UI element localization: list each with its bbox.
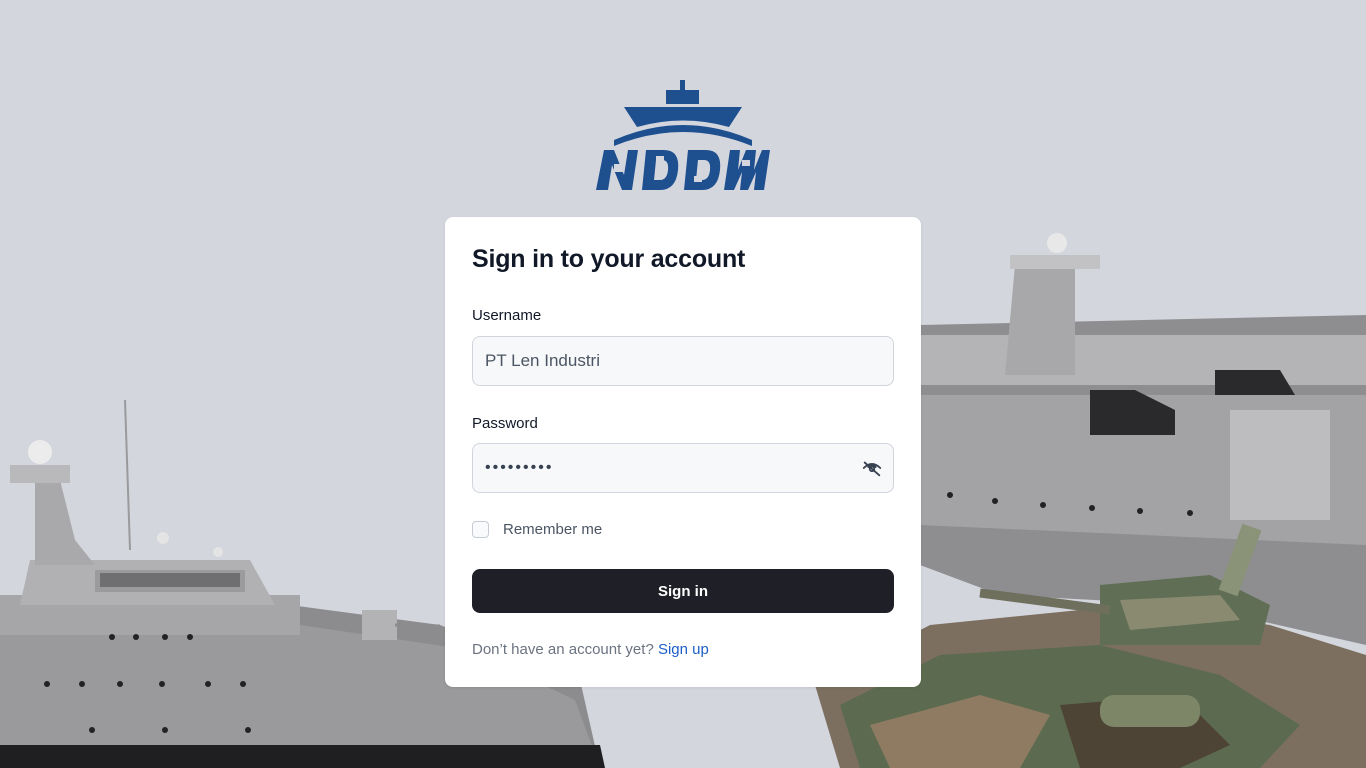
remember-me-checkbox[interactable] — [472, 521, 489, 538]
sign-up-link[interactable]: Sign up — [658, 641, 709, 658]
username-label: Username — [472, 307, 542, 324]
password-value: ••••••••• — [485, 459, 554, 476]
eye-slash-icon[interactable] — [861, 457, 883, 479]
page-title: Sign in to your account — [472, 245, 746, 273]
login-card: Sign in to your account Username PT Len … — [445, 217, 921, 687]
signup-prompt-text: Don’t have an account yet? — [472, 641, 654, 658]
remember-me-label: Remember me — [503, 521, 603, 538]
signup-prompt: Don’t have an account yet? Sign up — [472, 641, 709, 658]
username-input[interactable]: PT Len Industri — [472, 336, 894, 386]
username-value: PT Len Industri — [485, 351, 600, 370]
password-input[interactable]: ••••••••• — [472, 443, 894, 493]
login-page: Sign in to your account Username PT Len … — [0, 0, 1366, 768]
remember-me[interactable]: Remember me — [472, 521, 602, 538]
sign-in-button[interactable]: Sign in — [472, 569, 894, 613]
nddm-logo — [596, 80, 770, 190]
password-label: Password — [472, 415, 538, 432]
